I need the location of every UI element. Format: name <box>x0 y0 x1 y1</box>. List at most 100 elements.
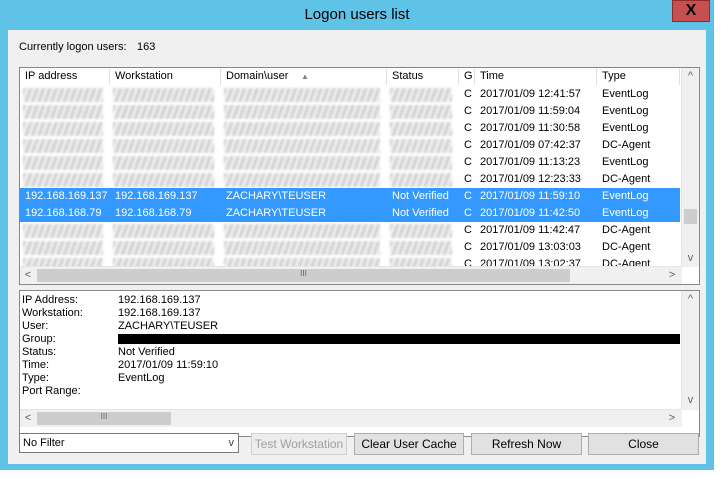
table-row[interactable]: 192.168.169.137 192.168.169.137 ZACHARY\TE… <box>20 188 680 205</box>
table-row[interactable]: C 2017/01/09 13:03:03 DC-Agent <box>20 239 680 256</box>
clear-user-cache-button[interactable]: Clear User Cache <box>354 433 464 455</box>
scroll-left-icon[interactable]: < <box>22 269 34 281</box>
column-header-domain-user[interactable]: Domain\user ▲ <box>221 68 387 85</box>
detail-scroll-up-icon[interactable]: ^ <box>682 293 699 305</box>
cell-g: C <box>464 105 472 117</box>
redacted-cell <box>224 224 380 238</box>
detail-scroll-down-icon[interactable]: v <box>682 394 699 406</box>
chevron-down-icon[interactable]: v <box>229 437 235 449</box>
cell-type: DC-Agent <box>602 224 651 236</box>
cell-type: EventLog <box>602 105 649 117</box>
detail-horizontal-scrollbar[interactable]: < III > <box>20 409 682 427</box>
refresh-now-button[interactable]: Refresh Now <box>471 433 582 455</box>
detail-workstation-label: Workstation: <box>22 307 83 319</box>
cell-status: Not Verified <box>392 190 449 202</box>
column-header-time[interactable]: Time <box>475 68 597 85</box>
redacted-cell <box>23 105 103 119</box>
table-row[interactable]: C 2017/01/09 11:42:47 DC-Agent <box>20 222 680 239</box>
detail-time-label: Time: <box>22 359 50 371</box>
scroll-up-icon[interactable]: ^ <box>682 70 699 82</box>
redacted-cell <box>113 241 214 255</box>
cell-g: C <box>464 139 472 151</box>
list-horizontal-scrollbar[interactable]: < III > <box>20 266 682 284</box>
cell-type: EventLog <box>602 190 649 202</box>
list-horizontal-thumb[interactable]: III <box>37 269 570 282</box>
column-header-workstation[interactable]: Workstation <box>110 68 221 85</box>
cell-user: ZACHARY\TEUSER <box>226 190 327 202</box>
detail-status-label: Status: <box>22 346 57 358</box>
redacted-cell <box>23 122 103 136</box>
cell-time: 2017/01/09 11:42:50 <box>480 207 581 219</box>
grip-icon: III <box>300 269 307 278</box>
cell-g: C <box>464 88 472 100</box>
detail-type-value: EventLog <box>118 372 165 384</box>
redacted-cell <box>113 139 214 153</box>
table-row[interactable]: C 2017/01/09 12:23:33 DC-Agent <box>20 171 680 188</box>
redacted-cell <box>113 122 214 136</box>
redacted-cell <box>390 139 452 153</box>
redacted-cell <box>113 88 214 102</box>
cell-type: DC-Agent <box>602 241 651 253</box>
dialog-client: Currently logon users: 163 IP address Wo… <box>8 30 706 464</box>
redacted-cell <box>23 224 103 238</box>
title-bar[interactable]: Logon users list X <box>0 0 714 30</box>
window-frame: Logon users list X Currently logon users… <box>0 0 714 470</box>
cell-g: C <box>464 122 472 134</box>
list-vertical-thumb[interactable] <box>684 209 697 224</box>
cell-status: Not Verified <box>392 207 449 219</box>
cell-g: C <box>464 156 472 168</box>
cell-time: 2017/01/09 11:42:47 <box>480 224 581 236</box>
detail-ip-value: 192.168.169.137 <box>118 294 201 306</box>
redacted-cell <box>390 105 452 119</box>
column-header-ip[interactable]: IP address <box>20 68 110 85</box>
redacted-cell <box>113 173 214 187</box>
table-row[interactable]: C 2017/01/09 11:59:04 EventLog <box>20 103 680 120</box>
redacted-cell <box>23 88 103 102</box>
detail-port-label: Port Range: <box>22 385 81 397</box>
redacted-cell <box>224 122 380 136</box>
cell-time: 2017/01/09 13:03:03 <box>480 241 581 253</box>
cell-type: EventLog <box>602 156 649 168</box>
redacted-cell <box>224 139 380 153</box>
table-row[interactable]: 192.168.168.79 192.168.168.79 ZACHARY\TEUS… <box>20 205 680 222</box>
column-header-type[interactable]: Type <box>597 68 680 85</box>
close-button[interactable]: Close <box>588 433 699 455</box>
redacted-cell <box>224 105 380 119</box>
detail-scroll-right-icon[interactable]: > <box>666 412 678 424</box>
table-row[interactable]: C 2017/01/09 12:41:57 EventLog <box>20 86 680 103</box>
detail-workstation-value: 192.168.169.137 <box>118 307 201 319</box>
redacted-cell <box>224 88 380 102</box>
redacted-cell <box>390 173 452 187</box>
detail-scroll-left-icon[interactable]: < <box>22 412 34 424</box>
cell-ws: 192.168.169.137 <box>115 190 198 202</box>
redacted-cell <box>390 224 452 238</box>
detail-horizontal-thumb[interactable]: III <box>37 412 171 425</box>
cell-type: EventLog <box>602 122 649 134</box>
detail-vertical-scrollbar[interactable]: ^ v <box>681 291 699 410</box>
window-title: Logon users list <box>304 6 410 23</box>
redacted-cell <box>23 139 103 153</box>
cell-g: C <box>464 173 472 185</box>
cell-g: C <box>464 241 472 253</box>
table-row[interactable]: C 2017/01/09 11:13:23 EventLog <box>20 154 680 171</box>
scroll-down-icon[interactable]: v <box>682 252 699 264</box>
cell-type: EventLog <box>602 207 649 219</box>
table-row[interactable]: C 2017/01/09 11:30:58 EventLog <box>20 120 680 137</box>
cell-time: 2017/01/09 12:23:33 <box>480 173 581 185</box>
cell-ip: 192.168.169.137 <box>25 190 108 202</box>
detail-user-label: User: <box>22 320 49 332</box>
logon-count-label: Currently logon users: <box>19 41 127 53</box>
redacted-cell <box>390 241 452 255</box>
redacted-cell <box>23 173 103 187</box>
filter-dropdown[interactable]: No Filter v <box>19 433 239 453</box>
list-vertical-scrollbar[interactable]: ^ v <box>681 68 699 267</box>
logon-users-list[interactable]: IP address Workstation Domain\user ▲ Sta… <box>19 67 700 285</box>
column-header-status[interactable]: Status <box>387 68 459 85</box>
close-window-button[interactable]: X <box>672 0 710 22</box>
redacted-cell <box>224 173 380 187</box>
cell-time: 2017/01/09 07:42:37 <box>480 139 581 151</box>
table-row[interactable]: C 2017/01/09 07:42:37 DC-Agent <box>20 137 680 154</box>
scroll-right-icon[interactable]: > <box>666 269 678 281</box>
test-workstation-button[interactable]: Test Workstation <box>251 433 347 455</box>
column-header-group[interactable]: G <box>459 68 475 85</box>
